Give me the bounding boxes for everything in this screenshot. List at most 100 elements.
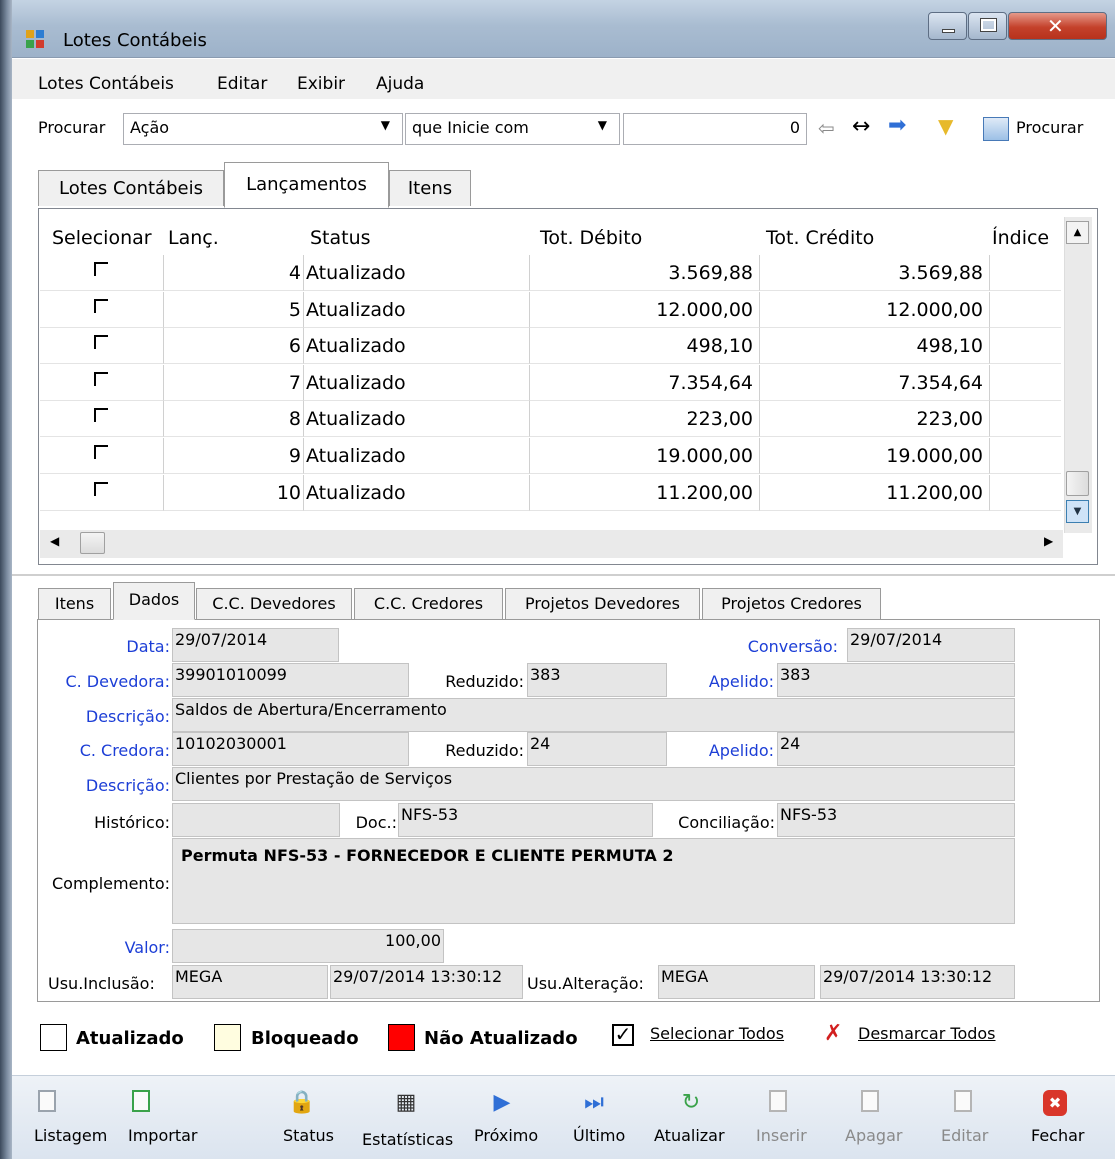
tab-itens-detail[interactable]: Itens	[38, 588, 111, 620]
row-checkbox[interactable]	[94, 262, 108, 276]
select-cell[interactable]	[40, 291, 164, 328]
credito-cell: 3.569,88	[760, 255, 990, 291]
estatisticas-icon: ▦	[395, 1090, 417, 1115]
maximize-button[interactable]	[968, 12, 1007, 40]
header-selecionar[interactable]: Selecionar	[52, 227, 152, 249]
indice-cell	[990, 401, 1061, 438]
table-row[interactable]: 7 Atualizado 7.354,64 7.354,64	[40, 364, 1061, 401]
vertical-scroll-thumb[interactable]	[1066, 471, 1089, 496]
tab-cc-devedores[interactable]: C.C. Devedores	[196, 588, 352, 620]
table-row[interactable]: 4 Atualizado 3.569,88 3.569,88	[40, 255, 1061, 291]
row-checkbox[interactable]	[94, 445, 108, 459]
row-checkbox[interactable]	[94, 481, 108, 496]
debito-cell: 12.000,00	[530, 291, 760, 328]
reduzido-field[interactable]: 383	[527, 663, 667, 697]
conciliacao-field[interactable]: NFS-53	[777, 803, 1015, 837]
apagar-icon	[861, 1090, 879, 1112]
debito-cell: 3.569,88	[530, 255, 760, 291]
menu-ajuda[interactable]: Ajuda	[376, 74, 424, 94]
apelido-credora-field[interactable]: 24	[777, 732, 1015, 766]
tab-cc-credores[interactable]: C.C. Credores	[354, 588, 503, 620]
tab-itens[interactable]: Itens	[389, 170, 471, 206]
tab-lotes-contabeis[interactable]: Lotes Contábeis	[38, 170, 224, 206]
select-cell[interactable]	[40, 401, 164, 438]
table-row[interactable]: 5 Atualizado 12.000,00 12.000,00	[40, 291, 1061, 328]
tab-lancamentos[interactable]: Lançamentos	[224, 162, 389, 208]
table-row[interactable]: 9 Atualizado 19.000,00 19.000,00	[40, 438, 1061, 474]
search-field-select[interactable]: Ação ▼	[123, 113, 403, 145]
doc-field[interactable]: NFS-53	[398, 803, 653, 837]
apelido-label: Apelido:	[708, 672, 774, 691]
row-checkbox[interactable]	[94, 335, 108, 350]
search-mode-value: que Inicie com	[412, 118, 529, 137]
tab-projetos-credores[interactable]: Projetos Credores	[702, 588, 881, 620]
search-input[interactable]: 0	[623, 113, 807, 145]
inserir-icon	[769, 1090, 787, 1112]
estatisticas-label: Estatísticas	[362, 1130, 454, 1149]
valor-label: Valor:	[124, 938, 170, 957]
tab-dados[interactable]: Dados	[113, 582, 195, 620]
arrow-both-icon[interactable]: ↔	[852, 116, 870, 138]
select-cell[interactable]	[40, 474, 164, 511]
c-devedora-field[interactable]: 39901010099	[172, 663, 409, 697]
row-checkbox[interactable]	[94, 408, 108, 423]
reduzido-credora-field[interactable]: 24	[527, 732, 667, 766]
data-label: Data:	[126, 637, 170, 656]
search-mode-select[interactable]: que Inicie com ▼	[405, 113, 620, 145]
table-row[interactable]: 8 Atualizado 223,00 223,00	[40, 401, 1061, 438]
select-cell[interactable]	[40, 438, 164, 474]
header-indice[interactable]: Índice	[992, 227, 1049, 249]
descricao-devedora-field[interactable]: Saldos de Abertura/Encerramento	[172, 698, 1015, 732]
header-tot-credito[interactable]: Tot. Crédito	[766, 227, 874, 249]
close-button[interactable]: ✕	[1008, 12, 1107, 40]
proximo-icon: ▶	[493, 1090, 511, 1115]
menu-exibir[interactable]: Exibir	[297, 74, 345, 94]
row-checkbox[interactable]	[94, 371, 108, 386]
descricao-credora-field[interactable]: Clientes por Prestação de Serviços	[172, 767, 1015, 801]
debito-cell: 11.200,00	[530, 474, 760, 511]
select-all-button[interactable]: Selecionar Todos	[650, 1024, 784, 1043]
usu-alteracao-field[interactable]: MEGA	[658, 965, 815, 999]
header-status[interactable]: Status	[310, 227, 371, 249]
scroll-left-icon[interactable]: ◀	[50, 534, 59, 548]
usu-alteracao-datetime[interactable]: 29/07/2014 13:30:12	[820, 965, 1015, 999]
filter-icon[interactable]: ▼	[938, 116, 953, 136]
select-cell[interactable]	[40, 255, 164, 291]
unselect-all-button[interactable]: Desmarcar Todos	[858, 1024, 996, 1043]
usu-alteracao-label: Usu.Alteração:	[527, 974, 644, 993]
apelido-field[interactable]: 383	[777, 663, 1015, 697]
scroll-down-icon[interactable]: ▼	[1066, 500, 1089, 523]
horizontal-scroll-thumb[interactable]	[80, 532, 105, 554]
complemento-field[interactable]: Permuta NFS-53 - FORNECEDOR E CLIENTE PE…	[172, 838, 1015, 924]
arrow-right-icon[interactable]: ➡	[888, 115, 906, 137]
table-row[interactable]: 10 Atualizado 11.200,00 11.200,00	[40, 474, 1061, 511]
status-cell: Atualizado	[304, 364, 530, 401]
select-all-icon[interactable]: ✓	[612, 1024, 634, 1046]
select-cell[interactable]	[40, 328, 164, 365]
minimize-button[interactable]	[928, 12, 967, 40]
data-field[interactable]: 29/07/2014	[172, 628, 339, 662]
valor-field[interactable]: 100,00	[172, 929, 444, 963]
header-tot-debito[interactable]: Tot. Débito	[540, 227, 642, 249]
usu-inclusao-field[interactable]: MEGA	[172, 965, 328, 999]
menu-editar[interactable]: Editar	[217, 74, 267, 94]
header-lanc[interactable]: Lanç.	[168, 227, 219, 249]
search-button[interactable]: Procurar	[1016, 118, 1083, 137]
c-credora-field[interactable]: 10102030001	[172, 732, 409, 766]
scroll-right-icon[interactable]: ▶	[1044, 534, 1053, 548]
historico-field[interactable]	[172, 803, 340, 837]
unselect-all-icon[interactable]: ✗	[824, 1022, 842, 1046]
row-checkbox[interactable]	[94, 298, 108, 313]
arrow-left-icon[interactable]: ⇦	[818, 118, 835, 138]
select-cell[interactable]	[40, 364, 164, 401]
table-row[interactable]: 6 Atualizado 498,10 498,10	[40, 328, 1061, 365]
debito-cell: 498,10	[530, 328, 760, 365]
splitter[interactable]	[12, 574, 1115, 576]
scroll-up-icon[interactable]: ▲	[1066, 221, 1089, 244]
menu-lotes[interactable]: Lotes Contábeis	[38, 74, 174, 94]
search-input-value: 0	[789, 118, 800, 137]
conversao-field[interactable]: 29/07/2014	[847, 628, 1015, 662]
horizontal-scrollbar[interactable]	[40, 530, 1063, 558]
usu-inclusao-datetime[interactable]: 29/07/2014 13:30:12	[330, 965, 523, 999]
tab-projetos-devedores[interactable]: Projetos Devedores	[505, 588, 700, 620]
